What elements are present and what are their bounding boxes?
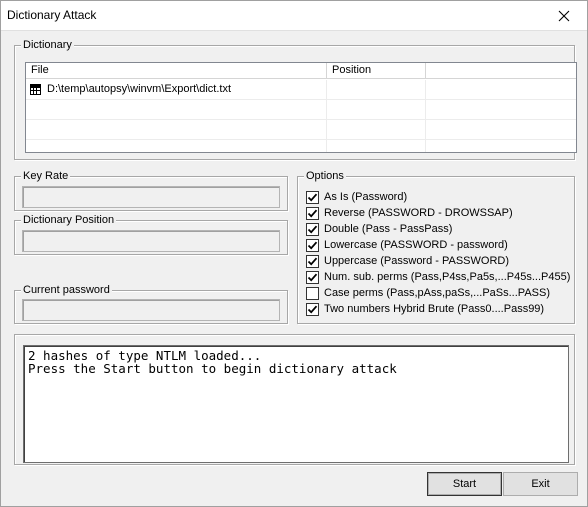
options-group-label: Options	[304, 169, 346, 183]
checkmark-icon	[307, 273, 318, 282]
option-label: Double (Pass - PassPass)	[324, 223, 453, 235]
list-item[interactable]: D:\temp\autopsy\winvm\Export\dict.txt	[26, 80, 576, 100]
option-num-sub-perms[interactable]: Num. sub. perms (Pass,P4ss,Pa5s,...P45s.…	[306, 269, 570, 285]
output-group: 2 hashes of type NTLM loaded... Press the…	[14, 334, 575, 465]
checkbox[interactable]	[306, 270, 319, 284]
option-label: Two numbers Hybrid Brute (Pass0....Pass9…	[324, 303, 545, 315]
column-header-file[interactable]: File	[26, 63, 327, 79]
option-reverse[interactable]: Reverse (PASSWORD - DROWSSAP)	[306, 205, 513, 221]
option-label: Lowercase (PASSWORD - password)	[324, 239, 508, 251]
checkbox[interactable]	[306, 206, 319, 220]
window-title: Dictionary Attack	[7, 8, 97, 22]
title-bar: Dictionary Attack	[1, 1, 587, 31]
start-button[interactable]: Start	[427, 472, 502, 496]
output-log[interactable]: 2 hashes of type NTLM loaded... Press the…	[23, 345, 569, 463]
key-rate-field	[22, 186, 280, 208]
option-case-perms[interactable]: Case perms (Pass,pAss,paSs,...PaSs...PAS…	[306, 285, 550, 301]
option-uppercase[interactable]: Uppercase (Password - PASSWORD)	[306, 253, 509, 269]
checkmark-icon	[307, 225, 318, 234]
checkbox[interactable]	[306, 254, 319, 268]
dictionary-group: Dictionary File Position D:\temp\autopsy…	[14, 38, 577, 160]
option-label: Reverse (PASSWORD - DROWSSAP)	[324, 207, 513, 219]
current-password-field	[22, 299, 280, 321]
current-password-group: Current password	[14, 283, 288, 324]
checkbox[interactable]	[306, 302, 319, 316]
list-header: File Position	[26, 63, 576, 79]
log-line: Press the Start button to begin dictiona…	[28, 361, 397, 376]
checkbox[interactable]	[306, 222, 319, 236]
option-label: Uppercase (Password - PASSWORD)	[324, 255, 510, 267]
dictionary-position-field	[22, 230, 280, 252]
option-lowercase[interactable]: Lowercase (PASSWORD - password)	[306, 237, 508, 253]
checkmark-icon	[307, 193, 318, 202]
current-password-label: Current password	[21, 283, 112, 297]
key-rate-group: Key Rate	[14, 169, 288, 211]
checkmark-icon	[307, 209, 318, 218]
option-label: As Is (Password)	[324, 191, 408, 203]
dictionary-file-path: D:\temp\autopsy\winvm\Export\dict.txt	[47, 83, 232, 95]
close-icon	[558, 10, 570, 22]
checkbox[interactable]	[306, 190, 319, 204]
checkbox[interactable]	[306, 238, 319, 252]
column-header-position[interactable]: Position	[327, 63, 426, 79]
checkmark-icon	[307, 305, 318, 314]
option-double[interactable]: Double (Pass - PassPass)	[306, 221, 452, 237]
options-group: Options As Is (Password) Reverse (PASSWO…	[297, 169, 575, 324]
option-as-is[interactable]: As Is (Password)	[306, 189, 407, 205]
dictionary-position-label: Dictionary Position	[21, 213, 117, 227]
dictionary-group-label: Dictionary	[21, 38, 74, 52]
checkmark-icon	[307, 257, 318, 266]
checkbox[interactable]	[306, 286, 319, 300]
option-two-numbers-hybrid[interactable]: Two numbers Hybrid Brute (Pass0....Pass9…	[306, 301, 544, 317]
dictionary-attack-window: Dictionary Attack Dictionary File Positi…	[0, 0, 588, 507]
option-label: Num. sub. perms (Pass,P4ss,Pa5s,...P45s.…	[324, 271, 571, 283]
dictionary-position-group: Dictionary Position	[14, 213, 288, 255]
file-grid-icon	[30, 84, 41, 95]
dictionary-file-list[interactable]: File Position D:\temp\autopsy\winvm\Expo…	[25, 62, 577, 153]
option-label: Case perms (Pass,pAss,paSs,...PaSs...PAS…	[324, 287, 550, 299]
key-rate-label: Key Rate	[21, 169, 71, 183]
checkmark-icon	[307, 241, 318, 250]
close-button[interactable]	[541, 1, 587, 31]
exit-button[interactable]: Exit	[503, 472, 578, 496]
